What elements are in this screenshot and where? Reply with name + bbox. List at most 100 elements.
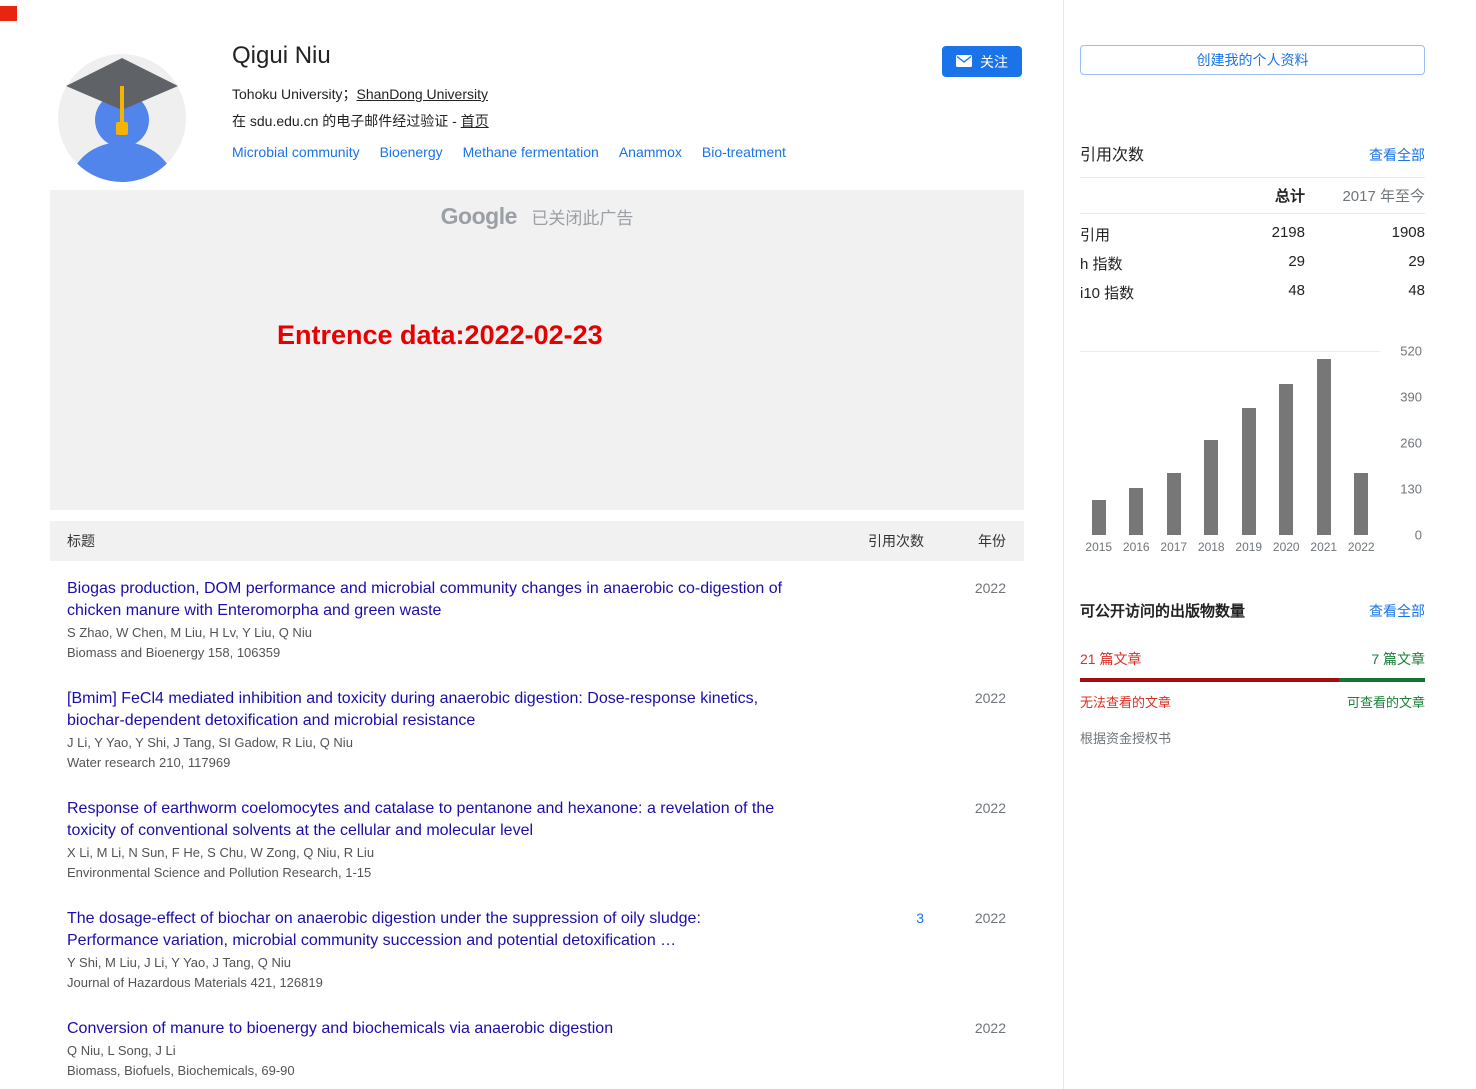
chart-year-label: 2019 [1230,540,1268,554]
article-authors: Y Shi, M Liu, J Li, Y Yao, J Tang, Q Niu [67,954,794,972]
article-venue: Journal of Hazardous Materials 421, 1268… [67,974,794,992]
stats-col-total: 总计 [1210,185,1305,206]
stats-header-spacer [1080,185,1210,206]
interest-tag-methane-fermentation[interactable]: Methane fermentation [463,144,599,160]
interest-tags: Microbial community Bioenergy Methane ferm… [232,144,806,160]
article-authors: J Li, Y Yao, Y Shi, J Tang, SI Gadow, R … [67,734,794,752]
sidebar: 创建我的个人资料 引用次数 查看全部 总计 2017 年至今 引用 2198 1… [1063,0,1469,1089]
verified-email-text: 在 sdu.edu.cn 的电子邮件经过验证 - [232,113,461,129]
article-title-link[interactable]: Conversion of manure to bioenergy and bi… [67,1018,794,1040]
interest-tag-microbial-community[interactable]: Microbial community [232,144,360,160]
stat-label: i10 指数 [1080,282,1210,303]
public-access-view-all-link[interactable]: 查看全部 [1369,601,1425,621]
profile-affiliation: Tohoku University；ShanDong University [232,84,806,104]
cited-by-view-all-link[interactable]: 查看全部 [1369,145,1425,165]
stat-total: 29 [1210,253,1305,274]
citations-per-year-chart: 0130260390520 20152016201720182019202020… [1080,351,1380,554]
cited-by-column-header[interactable]: 引用次数 [804,531,924,551]
article-venue: Biomass and Bioenergy 158, 106359 [67,644,794,662]
profile-info: Qigui Niu Tohoku University；ShanDong Uni… [232,40,806,190]
title-column-header: 标题 [50,531,804,551]
article-venue: Environmental Science and Pollution Rese… [67,864,794,882]
cited-by-section: 引用次数 查看全部 总计 2017 年至今 引用 2198 1908 h 指数 … [1080,141,1425,554]
article-cited-count[interactable]: 3 [804,908,924,926]
article-main: The dosage-effect of biochar on anaerobi… [50,908,804,992]
stats-header-row: 总计 2017 年至今 [1080,178,1425,214]
profile-avatar [50,40,195,185]
year-column-header[interactable]: 年份 [924,531,1024,551]
citation-stats-table: 总计 2017 年至今 引用 2198 1908 h 指数 29 29 i10 … [1080,178,1425,307]
stat-label: h 指数 [1080,253,1210,274]
mandate-note: 根据资金授权书 [1080,728,1425,747]
verified-email: 在 sdu.edu.cn 的电子邮件经过验证 - 首页 [232,111,806,131]
affiliation-link[interactable]: ShanDong University [357,86,489,102]
create-profile-button[interactable]: 创建我的个人资料 [1080,45,1425,75]
graduation-cap-avatar-icon [50,172,195,189]
stat-label: 引用 [1080,224,1210,245]
affiliation-text: Tohoku University； [232,86,357,102]
articles-table-header: 标题 引用次数 年份 [50,521,1024,561]
article-main: [Bmim] FeCl4 mediated inhibition and tox… [50,688,804,772]
article-year: 2022 [924,688,1024,706]
stats-row-h-index: h 指数 29 29 [1080,249,1425,278]
article-row: Biogas production, DOM performance and m… [50,561,1024,671]
stat-since: 1908 [1305,224,1425,245]
stat-total: 2198 [1210,224,1305,245]
homepage-link[interactable]: 首页 [461,113,489,129]
stat-since: 48 [1305,282,1425,303]
chart-year-label: 2017 [1155,540,1193,554]
public-access-labels: 无法查看的文章 可查看的文章 [1080,692,1425,711]
article-title-link[interactable]: The dosage-effect of biochar on anaerobi… [67,908,794,952]
chart-year-label: 2018 [1193,540,1231,554]
public-access-counts: 21 篇文章 7 篇文章 [1080,649,1425,669]
article-year: 2022 [924,798,1024,816]
article-title-link[interactable]: [Bmim] FeCl4 mediated inhibition and tox… [67,688,794,732]
chart-ytick-label: 0 [1415,528,1422,543]
chart-ytick-label: 520 [1400,344,1422,359]
article-venue: Biomass, Biofuels, Biochemicals, 69-90 [67,1062,794,1080]
article-authors: Q Niu, L Song, J Li [67,1042,794,1060]
article-cited-count[interactable] [804,1018,924,1020]
chart-ytick-label: 260 [1400,436,1422,451]
public-access-header: 可公开访问的出版物数量 查看全部 [1080,600,1425,621]
article-cited-count[interactable] [804,688,924,690]
article-cited-count[interactable] [804,798,924,800]
public-access-bar-available [1339,678,1425,682]
chart-year-label: 2015 [1080,540,1118,554]
available-articles-count: 7 篇文章 [1371,649,1425,669]
chart-year-label: 2021 [1305,540,1343,554]
interest-tag-bioenergy[interactable]: Bioenergy [380,144,443,160]
article-title-link[interactable]: Biogas production, DOM performance and m… [67,578,794,622]
screen-corner-marker [0,6,17,21]
entrence-date-overlay: Entrence data:2022-02-23 [277,320,603,351]
citations-chart-years: 20152016201720182019202020212022 [1080,540,1380,554]
cited-by-title: 引用次数 [1080,141,1144,165]
google-logo: Google [441,203,517,229]
ad-placeholder: Google 已关闭此广告 Entrence data:2022-02-23 [50,190,1024,510]
stat-total: 48 [1210,282,1305,303]
profile-header: Qigui Niu Tohoku University；ShanDong Uni… [50,40,1024,190]
unavailable-articles-label: 无法查看的文章 [1080,692,1171,711]
article-year: 2022 [924,908,1024,926]
available-articles-label: 可查看的文章 [1347,692,1425,711]
article-venue: Water research 210, 117969 [67,754,794,772]
article-title-link[interactable]: Response of earthworm coelomocytes and c… [67,798,794,842]
article-year: 2022 [924,578,1024,596]
public-access-progress-bar [1080,678,1425,682]
interest-tag-anammox[interactable]: Anammox [619,144,682,160]
article-row: Response of earthworm coelomocytes and c… [50,781,1024,891]
article-main: Response of earthworm coelomocytes and c… [50,798,804,882]
cited-by-header: 引用次数 查看全部 [1080,141,1425,178]
follow-button-label: 关注 [980,52,1008,72]
article-cited-count[interactable] [804,578,924,580]
public-access-title: 可公开访问的出版物数量 [1080,600,1245,621]
articles-list: Biogas production, DOM performance and m… [50,561,1024,1089]
article-row: The dosage-effect of biochar on anaerobi… [50,891,1024,1001]
chart-year-label: 2020 [1268,540,1306,554]
ad-header: Google 已关闭此广告 [50,190,1024,230]
chart-year-label: 2016 [1118,540,1156,554]
main-column: Qigui Niu Tohoku University；ShanDong Uni… [50,0,1024,1089]
profile-name: Qigui Niu [232,42,806,70]
interest-tag-bio-treatment[interactable]: Bio-treatment [702,144,786,160]
follow-button[interactable]: 关注 [942,46,1022,77]
